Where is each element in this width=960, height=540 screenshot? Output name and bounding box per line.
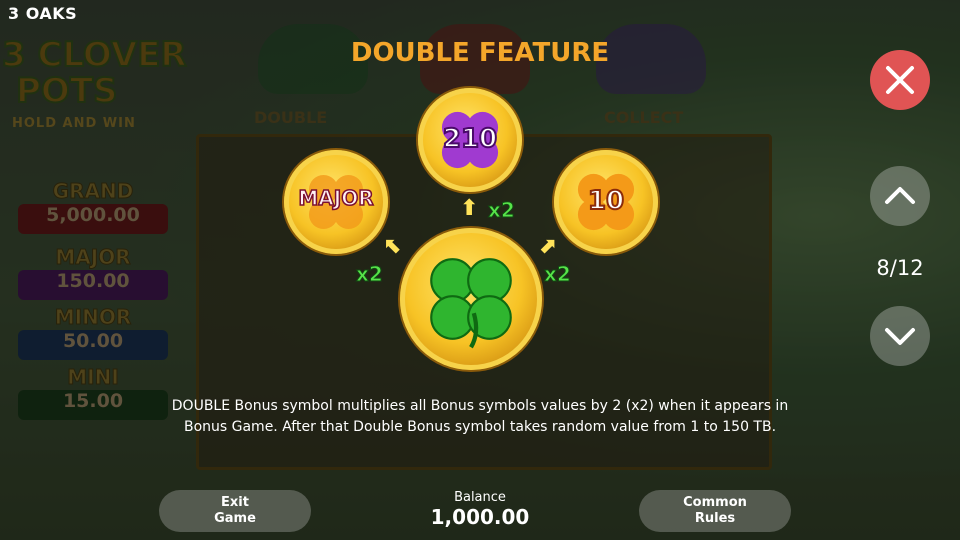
page-indicator: 8/12 (876, 256, 924, 280)
feature-description: DOUBLE Bonus symbol multiplies all Bonus… (171, 398, 789, 435)
balance-display: Balance 1,000.00 (400, 490, 560, 529)
studio-logo: 3 OAKS (8, 4, 78, 23)
orange-value-coin: 10 (554, 150, 658, 254)
arrow-up-left-icon: ⬉ (384, 234, 403, 259)
page-title: DOUBLE FEATURE (350, 38, 610, 68)
coin-label: 10 (587, 185, 625, 217)
common-rules-label: Common Rules (683, 495, 747, 526)
close-icon (886, 66, 914, 94)
balance-value: 1,000.00 (430, 505, 530, 529)
arrow-up-icon: ⬆ (460, 196, 479, 221)
balance-label: Balance (454, 490, 506, 505)
chevron-up-icon (885, 187, 915, 204)
arrow-up-right-icon: ⬈ (538, 234, 557, 259)
major-coin: MAJOR (284, 150, 388, 254)
double-clover-coin (400, 228, 542, 370)
multiplier-top: x2 (488, 198, 516, 223)
exit-game-button[interactable]: Exit Game (159, 490, 311, 532)
coin-label: 210 (442, 123, 498, 155)
clover-icon (430, 258, 512, 349)
common-rules-button[interactable]: Common Rules (639, 490, 791, 532)
close-button[interactable] (870, 50, 930, 110)
multiplier-left: x2 (356, 262, 384, 287)
exit-game-label: Exit Game (214, 495, 256, 526)
coin-label: MAJOR (298, 185, 375, 211)
next-page-button[interactable] (870, 306, 930, 366)
multiplier-right: x2 (544, 262, 572, 287)
purple-value-coin: 210 (418, 88, 522, 192)
previous-page-button[interactable] (870, 166, 930, 226)
chevron-down-icon (885, 328, 915, 345)
